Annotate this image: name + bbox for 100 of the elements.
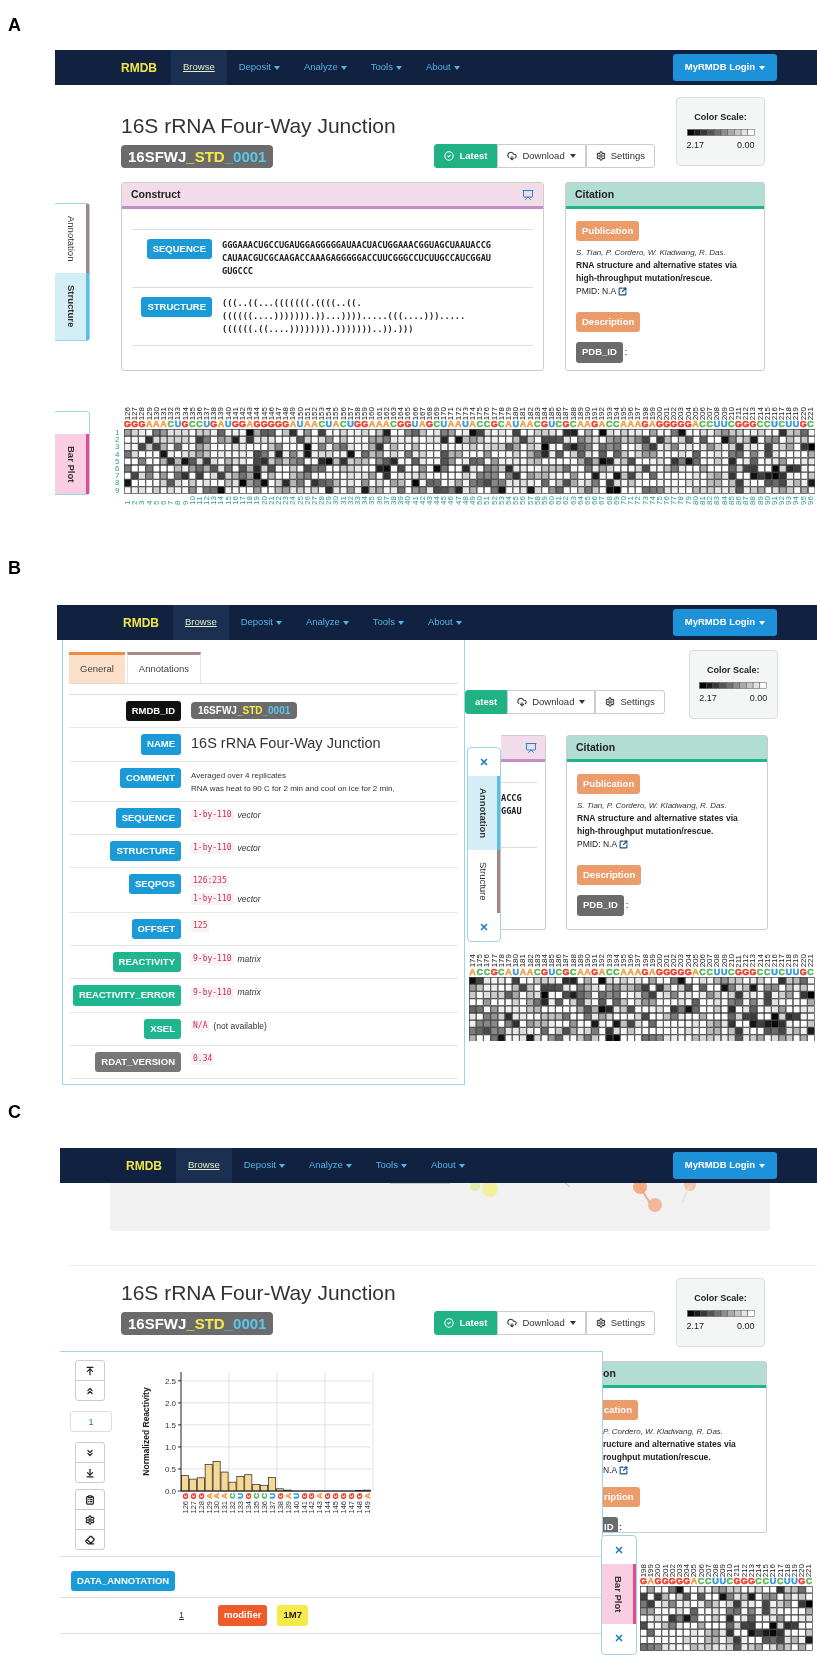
- base-label: G: [562, 967, 570, 977]
- position-label: 219: [792, 954, 800, 968]
- index-label: 48: [461, 495, 469, 505]
- position-label: 203: [677, 954, 685, 968]
- base-label: G: [684, 420, 692, 429]
- position-label: 216: [770, 406, 779, 420]
- base-label: U: [712, 1577, 719, 1586]
- index-label: 95: [799, 495, 807, 505]
- base-label: G: [670, 420, 678, 429]
- position-label: 210: [727, 406, 735, 420]
- base-label: G: [425, 420, 433, 429]
- position-label: 202: [670, 406, 678, 420]
- base-label: A: [649, 967, 656, 977]
- index-label: 53: [497, 495, 505, 505]
- index-label: 18: [246, 495, 254, 505]
- position-label: 205: [691, 954, 699, 968]
- position-label: 197: [634, 406, 642, 420]
- position-label: 137: [203, 406, 211, 420]
- position-label: 208: [711, 1563, 720, 1577]
- base-label: C: [476, 420, 484, 429]
- row-label: 5: [115, 457, 121, 465]
- color-scale-title: Color Scale:: [694, 111, 747, 124]
- index-label: 44: [433, 495, 441, 505]
- base-label: G: [244, 1493, 254, 1500]
- index-label: 58: [533, 495, 541, 505]
- base-label: G: [684, 967, 692, 977]
- base-label: C: [498, 967, 505, 977]
- index-label: 50: [476, 495, 484, 505]
- position-label: 203: [675, 1563, 684, 1577]
- base-label: U: [792, 420, 800, 429]
- field-key-badge: REACTIVITY_ERROR: [72, 985, 181, 1006]
- y-axis-label: Normalized Reactivity: [141, 1387, 151, 1476]
- index-label: 7: [167, 499, 175, 505]
- position-label: 204: [684, 406, 692, 420]
- index-label: 39: [397, 495, 405, 505]
- position-label: 176: [483, 954, 491, 968]
- position-label: 187: [562, 954, 570, 968]
- base-label: A: [627, 420, 634, 429]
- panel-title: Citation: [576, 739, 616, 755]
- position-label: 205: [690, 1563, 698, 1577]
- position-label: 179: [504, 954, 513, 968]
- base-label: A: [469, 420, 476, 429]
- index-label: 22: [274, 495, 283, 505]
- position-label: 203: [677, 406, 685, 420]
- index-label: 15: [224, 495, 232, 505]
- base-label: A: [519, 967, 527, 977]
- base-label: U: [791, 1577, 798, 1586]
- index-label: 28: [318, 495, 326, 505]
- index-label: 49: [469, 495, 477, 505]
- base-label: C: [483, 967, 491, 977]
- position-label: 204: [684, 954, 692, 968]
- base-label: G: [742, 420, 750, 429]
- base-label: G: [735, 967, 743, 977]
- position-label: 152: [310, 406, 319, 420]
- index-label: 68: [605, 495, 613, 505]
- base-label: G: [275, 420, 283, 429]
- position-label: 193: [605, 954, 613, 968]
- position-label: 178: [497, 954, 505, 968]
- position-label: 146: [267, 406, 275, 420]
- base-label: U: [792, 967, 800, 977]
- position-label: 147: [274, 406, 283, 420]
- base-label: A: [204, 1493, 214, 1499]
- index-label: 20: [260, 495, 268, 505]
- row-label: 9: [115, 486, 121, 494]
- base-label: C: [728, 967, 735, 977]
- index-label: 61: [555, 495, 563, 505]
- position-label: 185: [548, 954, 556, 968]
- base-label: A: [145, 420, 153, 429]
- field-key-badge: RDAT_VERSION: [95, 1051, 181, 1072]
- position-label: 165: [404, 406, 412, 420]
- base-label: G: [361, 420, 369, 429]
- position-label: 135: [188, 406, 196, 420]
- base-label: G: [798, 1577, 806, 1586]
- field-key-badge: XSEL: [144, 1018, 181, 1039]
- index-label: 89: [756, 495, 764, 505]
- base-label: U: [291, 1493, 301, 1499]
- index-label: 86: [734, 495, 743, 505]
- index-label: 80: [691, 495, 699, 505]
- position-label: 192: [598, 954, 606, 968]
- position-label: 130: [152, 406, 160, 420]
- base-label: A: [692, 967, 699, 977]
- base-label: C: [390, 420, 397, 429]
- pdb-id-badge: PDB_ID: [576, 342, 623, 363]
- base-label: U: [203, 420, 210, 429]
- panel-label: B: [8, 558, 21, 578]
- authors-text: S. Tian, P. Cordero, W. Kladwang, R. Das.: [576, 247, 726, 260]
- index-label: 52: [490, 495, 498, 505]
- position-label: 175: [476, 406, 484, 420]
- position-label: 150: [296, 406, 304, 420]
- pmid-text: PMID: N.A: [576, 285, 617, 298]
- position-label: 218: [785, 954, 793, 968]
- position-label: 219: [792, 406, 800, 420]
- position-label: 198: [641, 954, 649, 968]
- base-label: A: [577, 420, 584, 429]
- index-label: 83: [713, 495, 721, 505]
- index-label: 11: [195, 495, 204, 505]
- position-label: 218: [783, 1563, 791, 1577]
- field-key-badge: OFFSET: [131, 918, 181, 939]
- row-label: 3: [115, 443, 121, 451]
- base-label: U: [325, 420, 333, 429]
